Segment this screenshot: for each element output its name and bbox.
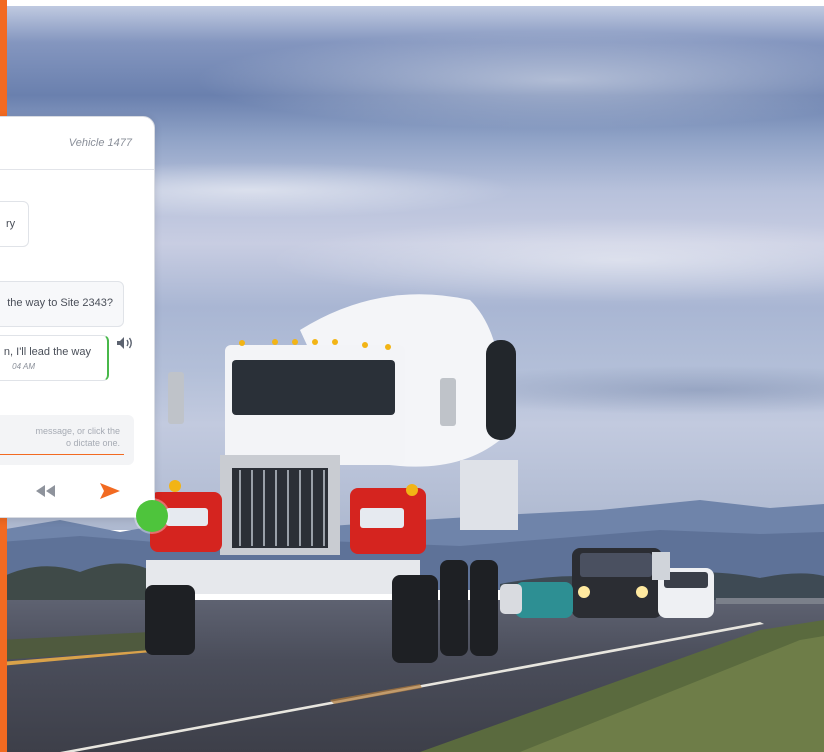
- chat-panel: Vehicle 1477 ry the way to Site 2343? n,…: [0, 116, 155, 518]
- send-icon[interactable]: [99, 481, 121, 501]
- speaker-icon[interactable]: [116, 336, 134, 350]
- message-bubble-reply: n, I'll lead the way 04 AM: [0, 335, 109, 381]
- top-edge: [0, 0, 824, 6]
- input-underline: [0, 454, 124, 455]
- microphone-button[interactable]: [136, 500, 168, 532]
- message-time: 04 AM: [12, 362, 35, 371]
- message-text: the way to Site 2343?: [7, 297, 113, 309]
- message-bubble-incoming: ry: [0, 201, 29, 247]
- message-text: n, I'll lead the way: [3, 346, 91, 358]
- message-text: ry: [6, 218, 16, 230]
- message-input[interactable]: message, or click the o dictate one.: [0, 415, 134, 465]
- vehicle-label: Vehicle 1477: [68, 137, 132, 149]
- message-bubble-outgoing: the way to Site 2343?: [0, 281, 124, 327]
- rewind-icon[interactable]: [35, 484, 57, 498]
- chat-header: Vehicle 1477: [0, 117, 154, 170]
- cement-truck: [145, 294, 518, 663]
- traffic: [500, 548, 714, 618]
- input-placeholder: message, or click the o dictate one.: [35, 426, 120, 448]
